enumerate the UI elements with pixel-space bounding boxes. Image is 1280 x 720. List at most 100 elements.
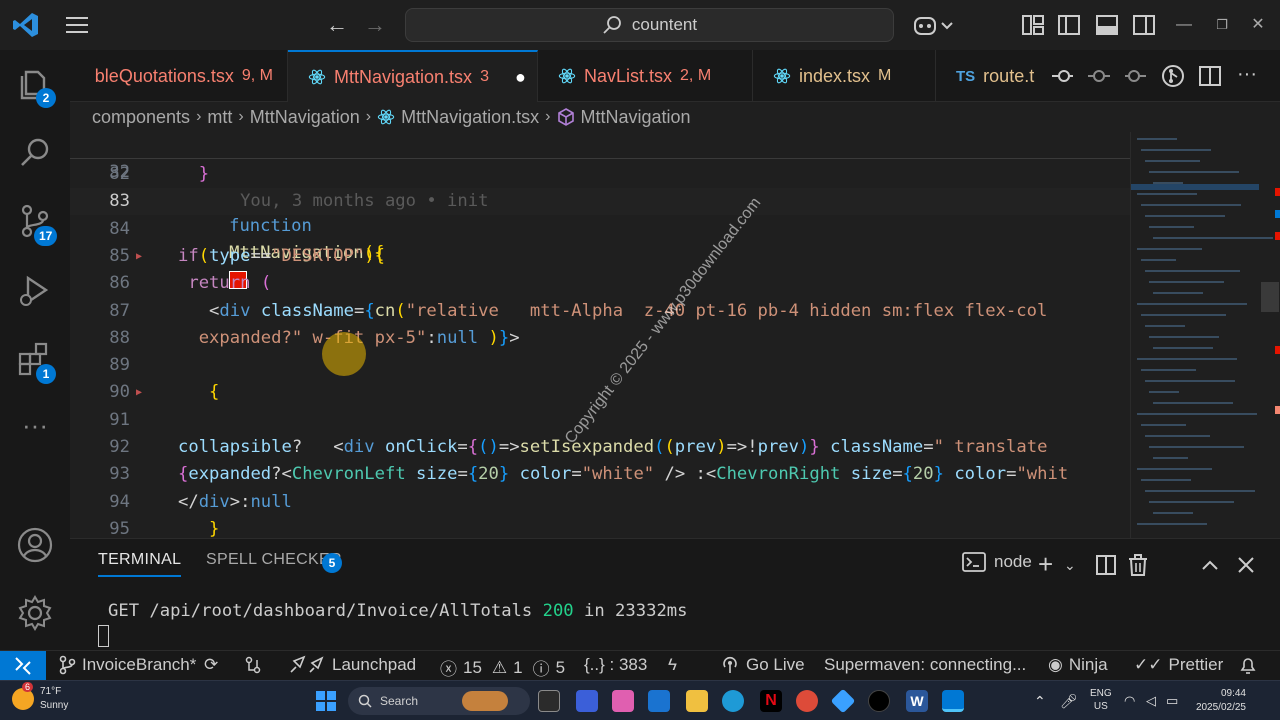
microphone-icon[interactable]: 🎤︎: [1060, 687, 1078, 715]
go-forward-timeline-icon[interactable]: [1124, 64, 1148, 88]
weather-widget[interactable]: 6 71°F Sunny: [12, 682, 68, 713]
code-text: }: [178, 164, 210, 184]
terminal-shell-selector[interactable]: node: [962, 551, 1032, 573]
go-back-timeline-icon[interactable]: [1050, 64, 1074, 88]
layout-customize-icon[interactable]: [1020, 12, 1046, 38]
ninja-status[interactable]: ◉ Ninja: [1048, 655, 1108, 675]
launchpad-status[interactable]: Launchpad: [288, 655, 416, 675]
search-icon[interactable]: [16, 134, 54, 172]
more-actions-icon[interactable]: ···: [1235, 64, 1259, 88]
timeline-icon[interactable]: [1087, 64, 1111, 88]
code-line[interactable]: 82 }: [70, 161, 1130, 188]
code-line[interactable]: 84: [70, 216, 1130, 243]
copilot-icon[interactable]: [912, 12, 954, 38]
chevron-up-icon[interactable]: ⌃: [1034, 687, 1046, 715]
breadcrumb-mtt[interactable]: mtt: [207, 107, 232, 128]
breadcrumb-components[interactable]: components: [92, 107, 190, 128]
notifications-bell-icon[interactable]: [1238, 655, 1258, 675]
lightning-icon[interactable]: ϟ: [668, 655, 677, 675]
split-terminal-icon[interactable]: [1094, 553, 1118, 577]
chevron-down-icon[interactable]: ⌄: [1064, 553, 1088, 577]
app-icon[interactable]: [830, 688, 856, 714]
code-line[interactable]: 83 You, 3 months ago • init: [70, 188, 1130, 216]
split-editor-icon[interactable]: [1198, 64, 1222, 88]
go-live-status[interactable]: Go Live: [720, 655, 805, 675]
sticky-scroll-line[interactable]: 32 function MttNavigation({: [70, 132, 1130, 289]
minimap-line: [1145, 160, 1200, 162]
fold-marker-icon[interactable]: ▶: [136, 243, 142, 270]
breadcrumb-file[interactable]: MttNavigation.tsx: [401, 107, 539, 128]
code-line[interactable]: 89: [70, 352, 1130, 379]
settings-gear-icon[interactable]: [16, 594, 54, 632]
word-icon[interactable]: W: [906, 690, 928, 712]
code-editor[interactable]: 32 function MttNavigation({ 82 } 83 You, …: [70, 132, 1130, 538]
taskbar-search[interactable]: Search: [348, 687, 530, 715]
clock[interactable]: 09:44 2025/02/25: [1188, 687, 1246, 715]
double-check-icon: ✓✓: [1134, 655, 1163, 674]
tiktok-icon[interactable]: [868, 690, 890, 712]
restore-icon[interactable]: ❐: [1209, 12, 1235, 38]
code-line[interactable]: 88 expanded?" w-fit px-5":null )}>: [70, 325, 1130, 352]
account-icon[interactable]: [16, 526, 54, 564]
terminal-output[interactable]: GET /api/root/dashboard/Invoice/AllTotal…: [108, 601, 687, 621]
prettier-status[interactable]: ✓✓ Prettier: [1134, 655, 1223, 675]
supermaven-status[interactable]: Supermaven: connecting...: [824, 655, 1026, 675]
file-explorer-icon[interactable]: [686, 690, 708, 712]
breadcrumb-symbol[interactable]: MttNavigation: [581, 107, 691, 128]
hamburger-menu-icon[interactable]: [64, 13, 90, 37]
sync-icon[interactable]: ⟳: [204, 655, 218, 675]
windows-start-icon[interactable]: [316, 691, 336, 711]
code-line[interactable]: 95 }: [70, 516, 1130, 538]
fold-marker-icon[interactable]: ▶: [136, 379, 142, 406]
cursor-position-status[interactable]: {..} : 383: [584, 655, 647, 675]
command-center-search[interactable]: countent: [405, 8, 894, 42]
tab-mttnavigation[interactable]: MttNavigation.tsx 3 ●: [288, 50, 538, 102]
new-terminal-icon[interactable]: +: [1038, 551, 1062, 577]
app-icon[interactable]: [576, 690, 598, 712]
minimize-icon[interactable]: —: [1171, 12, 1197, 38]
tab-index[interactable]: index.tsx M: [753, 50, 936, 102]
minimap-slider[interactable]: [1261, 282, 1279, 312]
battery-icon[interactable]: ▭: [1166, 687, 1178, 715]
git-graph-icon[interactable]: [243, 655, 263, 675]
code-line[interactable]: 86 return (: [70, 270, 1130, 297]
vscode-taskbar-icon[interactable]: [942, 690, 964, 712]
task-view-icon[interactable]: [538, 690, 560, 712]
vscode-logo-icon[interactable]: [12, 11, 40, 39]
toggle-secondary-sidebar-icon[interactable]: [1131, 12, 1157, 38]
forward-arrow-icon[interactable]: →: [362, 12, 388, 38]
copilot-app-icon[interactable]: [612, 690, 634, 712]
netflix-icon[interactable]: N: [760, 690, 782, 712]
tab-terminal[interactable]: TERMINAL: [98, 551, 182, 577]
branch-status[interactable]: InvoiceBranch*: [58, 655, 196, 675]
trash-icon[interactable]: [1126, 553, 1150, 577]
volume-icon[interactable]: ◁: [1146, 687, 1156, 715]
run-debug-icon[interactable]: [16, 272, 54, 310]
minimap[interactable]: [1130, 132, 1280, 538]
breadcrumb-mttnavigation-folder[interactable]: MttNavigation: [250, 107, 360, 128]
unsaved-dot-icon[interactable]: ●: [515, 67, 526, 88]
remote-indicator[interactable]: [0, 651, 46, 681]
code-line[interactable]: 92 collapsible? <div onClick={()=>setIsex…: [70, 434, 1130, 461]
problems-status[interactable]: ⓧ 15 ⚠ 1 ⓘ 5: [440, 655, 565, 680]
code-line[interactable]: 85 ▶ if(type=="DESKTOP"){: [70, 243, 1130, 270]
code-line[interactable]: 93 {expanded?<ChevronLeft size={20} color…: [70, 461, 1130, 488]
language-indicator[interactable]: ENG US: [1090, 687, 1112, 713]
maximize-panel-icon[interactable]: [1198, 553, 1222, 577]
code-line[interactable]: 87 <div className={cn("relative mtt-Alph…: [70, 298, 1130, 325]
code-line[interactable]: 94 </div>:null: [70, 489, 1130, 516]
store-icon[interactable]: [648, 690, 670, 712]
edge-icon[interactable]: [722, 690, 744, 712]
wifi-icon[interactable]: ◠: [1124, 687, 1135, 715]
toggle-primary-sidebar-icon[interactable]: [1056, 12, 1082, 38]
git-compare-icon[interactable]: [1161, 64, 1185, 88]
close-panel-icon[interactable]: [1234, 553, 1258, 577]
more-icon[interactable]: ···: [16, 412, 54, 450]
tab-route[interactable]: TS route.t: [936, 50, 1050, 102]
toggle-panel-icon[interactable]: [1094, 12, 1120, 38]
tab-navlist[interactable]: NavList.tsx 2, M: [538, 50, 753, 102]
back-arrow-icon[interactable]: ←: [324, 12, 350, 38]
close-window-icon[interactable]: ✕: [1245, 12, 1271, 38]
tab-quotations[interactable]: bleQuotations.tsx 9, M: [70, 50, 288, 102]
chrome-icon[interactable]: [796, 690, 818, 712]
